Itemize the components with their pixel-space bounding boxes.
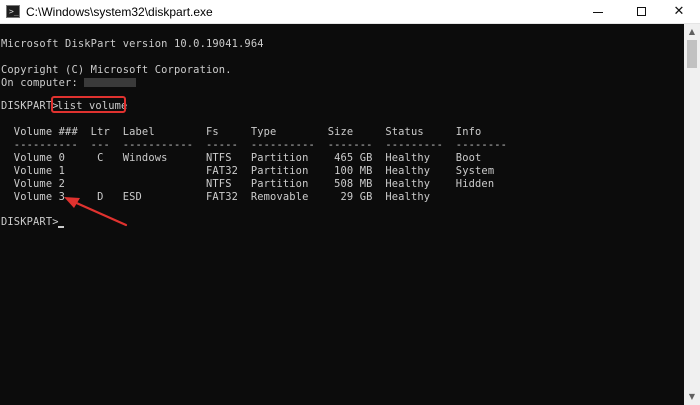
scroll-up-icon[interactable]: ▲ <box>684 24 700 40</box>
diskpart-window: >_ C:\Windows\system32\diskpart.exe ✕ Mi… <box>0 0 700 405</box>
vertical-scrollbar[interactable]: ▲ ▼ <box>684 24 700 405</box>
scroll-thumb[interactable] <box>687 40 697 68</box>
scroll-down-icon[interactable]: ▼ <box>684 389 700 405</box>
annotation-arrow-icon <box>64 197 128 227</box>
